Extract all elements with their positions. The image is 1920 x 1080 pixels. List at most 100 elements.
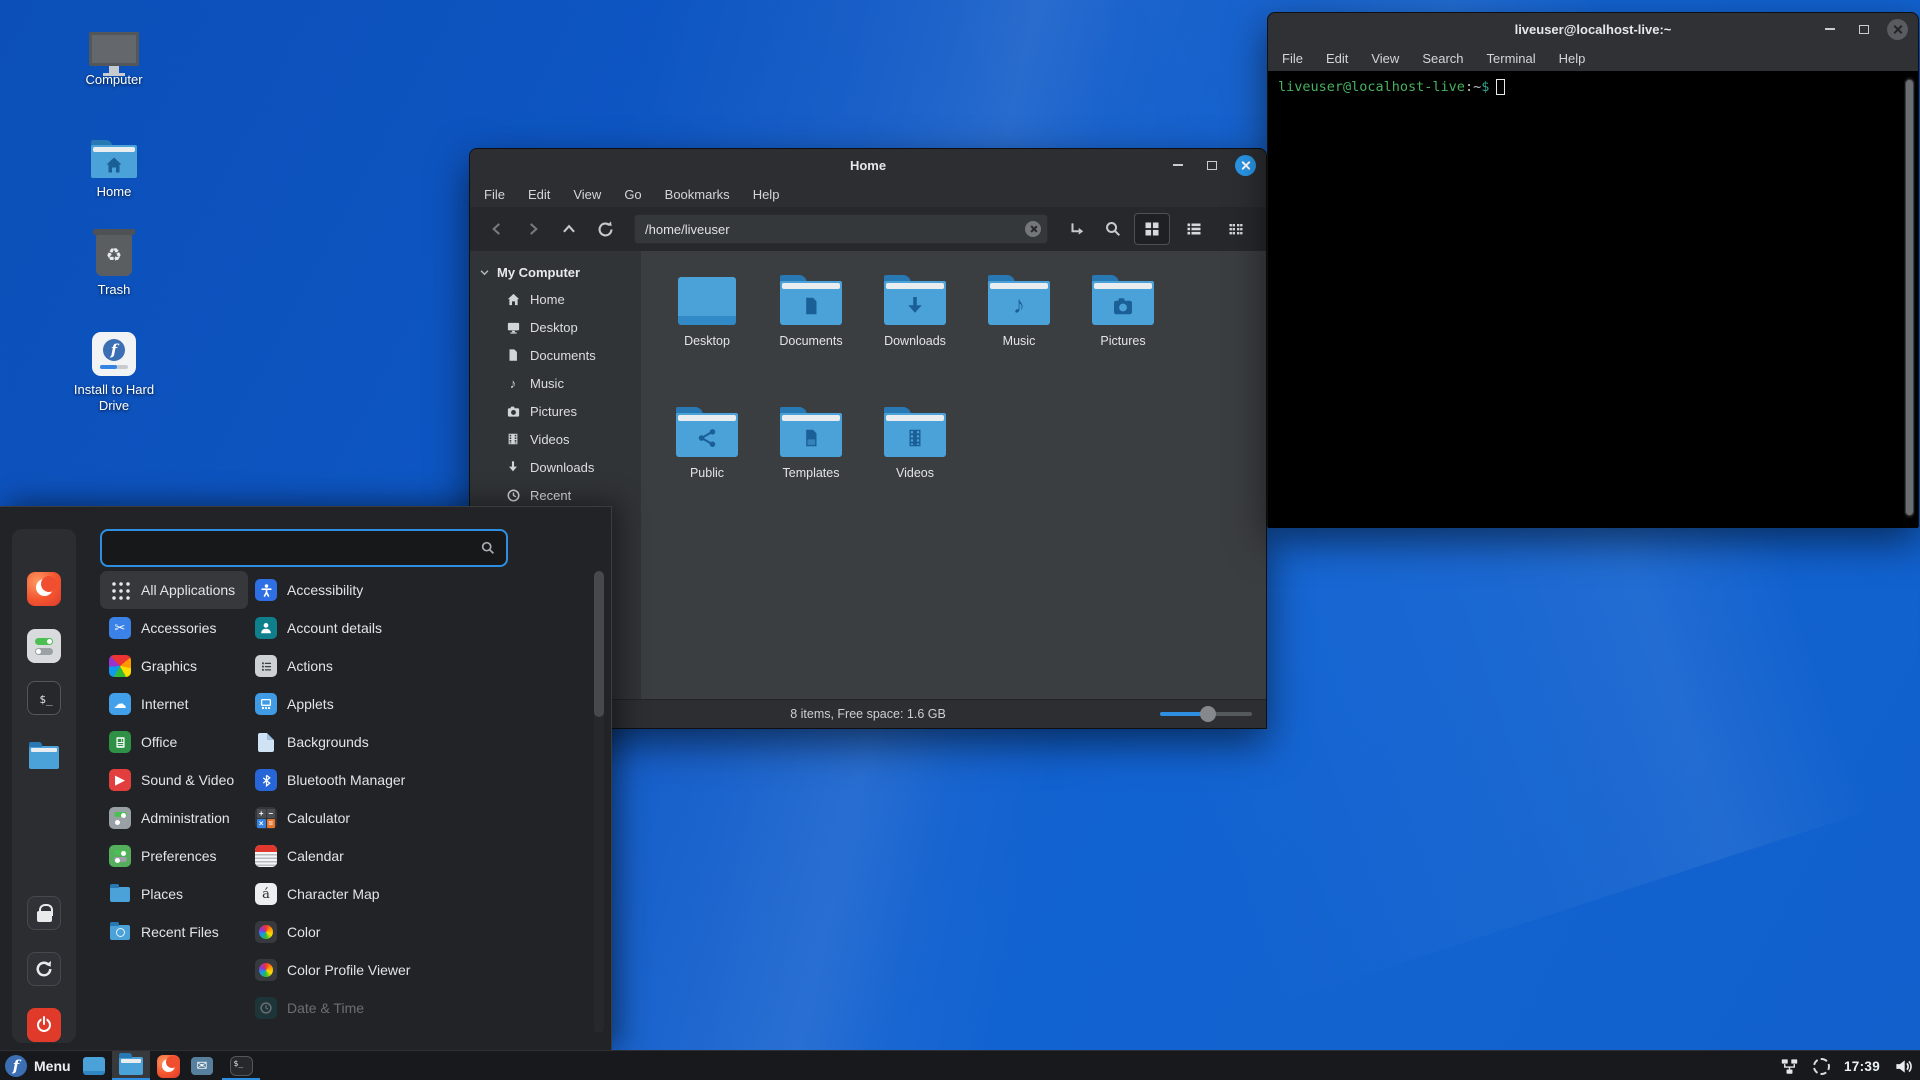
clock[interactable]: 17:39 [1844,1059,1880,1074]
app-backgrounds[interactable]: Backgrounds [246,723,382,761]
network-icon[interactable] [1780,1057,1799,1076]
sidebar-item-home[interactable]: Home [470,285,641,313]
firefox-icon[interactable] [27,572,61,606]
category-preferences[interactable]: Preferences [100,837,229,875]
path-input[interactable] [634,214,1048,244]
category-sound-video[interactable]: ▶Sound & Video [100,761,247,799]
up-icon[interactable] [554,214,584,244]
folder-item-templates[interactable]: Templates [759,399,863,531]
tweaks-icon[interactable] [27,629,61,663]
taskbar-mail[interactable]: ✉ [188,1051,216,1080]
app-applets[interactable]: Applets [246,685,347,723]
scrollbar-thumb[interactable] [594,571,604,717]
maximize-button[interactable] [1201,155,1222,176]
desktop-icon-trash[interactable]: ♻ Trash [60,234,168,298]
app-calculator[interactable]: +−×=Calculator [246,799,363,837]
menu-terminal[interactable]: Terminal [1487,51,1536,66]
zoom-slider-handle[interactable] [1200,706,1216,722]
app-date-time[interactable]: Date & Time [246,989,377,1027]
menu-help[interactable]: Help [1559,51,1586,66]
close-button[interactable] [1235,155,1256,176]
folder-item-desktop[interactable]: Desktop [655,267,759,399]
logout-icon[interactable] [27,952,61,986]
detailed-list-view-button[interactable] [1176,213,1212,245]
folder-item-music[interactable]: ♪ Music [967,267,1071,399]
go-to-icon[interactable] [1062,214,1092,244]
icon-view-button[interactable] [1134,213,1170,245]
menu-file[interactable]: File [1282,51,1303,66]
sidebar-item-desktop[interactable]: Desktop [470,313,641,341]
app-bluetooth-manager[interactable]: Bluetooth Manager [246,761,418,799]
terminal-screen[interactable]: liveuser@localhost-live:~$ [1268,71,1918,528]
terminal-launcher-icon[interactable]: $_ [27,681,61,715]
forward-icon[interactable] [518,214,548,244]
menu-edit[interactable]: Edit [1326,51,1348,66]
menu-bookmarks[interactable]: Bookmarks [665,187,730,202]
terminal-scrollbar[interactable] [1904,77,1915,518]
clear-path-icon[interactable] [1025,221,1041,237]
sidebar-item-pictures[interactable]: Pictures [470,397,641,425]
menu-help[interactable]: Help [753,187,780,202]
minimize-button[interactable] [1167,155,1188,176]
menu-view[interactable]: View [573,187,601,202]
sidebar-item-documents[interactable]: Documents [470,341,641,369]
category-places[interactable]: Places [100,875,196,913]
scrollbar-thumb[interactable] [1905,79,1914,516]
desktop-icon-install-to-hard-drive[interactable]: f Install to Hard Drive [60,332,168,415]
app-color-profile-viewer[interactable]: Color Profile Viewer [246,951,423,989]
start-menu-button[interactable]: f Menu [0,1051,82,1080]
app-account-details[interactable]: Account details [246,609,395,647]
app-actions[interactable]: Actions [246,647,346,685]
taskbar-firefox[interactable] [154,1051,182,1080]
category-all-applications[interactable]: All Applications [100,571,248,609]
category-internet[interactable]: ☁Internet [100,685,201,723]
sidebar-item-recent[interactable]: Recent [470,481,641,509]
file-manager-launcher-icon[interactable] [27,740,61,774]
menu-file[interactable]: File [484,187,505,202]
lock-screen-icon[interactable] [27,896,61,930]
app-calendar[interactable]: Calendar [246,837,357,875]
folder-item-documents[interactable]: Documents [759,267,863,399]
category-recent-files[interactable]: Recent Files [100,913,232,951]
search-icon[interactable] [1098,214,1128,244]
notification-spinner-icon[interactable] [1813,1058,1830,1075]
app-color[interactable]: Color [246,913,333,951]
folder-item-downloads[interactable]: Downloads [863,267,967,399]
category-graphics[interactable]: Graphics [100,647,210,685]
menu-edit[interactable]: Edit [528,187,550,202]
sidebar-group-my-computer[interactable]: My Computer [470,259,641,285]
terminal-titlebar[interactable]: liveuser@localhost-live:~ [1268,13,1918,45]
menu-search-input[interactable] [102,540,480,556]
taskbar-show-desktop[interactable] [80,1051,108,1080]
back-icon[interactable] [482,214,512,244]
category-office[interactable]: Office [100,723,190,761]
menu-go[interactable]: Go [624,187,641,202]
taskbar-file-manager[interactable] [112,1051,150,1080]
zoom-slider[interactable] [1160,712,1252,716]
refresh-icon[interactable] [590,214,620,244]
menu-scrollbar[interactable] [594,571,604,1033]
compact-view-button[interactable] [1218,213,1254,245]
minimize-button[interactable] [1819,19,1840,40]
volume-icon[interactable] [1894,1057,1913,1076]
folder-item-public[interactable]: Public [655,399,759,531]
desktop-icon-home[interactable]: Home [60,140,168,200]
menu-view[interactable]: View [1371,51,1399,66]
power-icon[interactable] [27,1008,61,1042]
folder-item-videos[interactable]: Videos [863,399,967,531]
file-manager-view[interactable]: Desktop Documents Downloads ♪ Music Pict… [641,251,1266,699]
category-administration[interactable]: Administration [100,799,243,837]
folder-item-pictures[interactable]: Pictures [1071,267,1175,399]
app-character-map[interactable]: áCharacter Map [246,875,393,913]
taskbar-terminal[interactable]: $_ [222,1051,260,1080]
menu-search[interactable]: Search [1422,51,1463,66]
app-accessibility[interactable]: Accessibility [246,571,376,609]
close-button[interactable] [1887,19,1908,40]
file-manager-titlebar[interactable]: Home [470,149,1266,181]
category-accessories[interactable]: ✂Accessories [100,609,229,647]
maximize-button[interactable] [1853,19,1874,40]
sidebar-item-videos[interactable]: Videos [470,425,641,453]
sidebar-item-downloads[interactable]: Downloads [470,453,641,481]
sidebar-item-music[interactable]: ♪ Music [470,369,641,397]
desktop-icon-computer[interactable]: Computer [60,32,168,88]
